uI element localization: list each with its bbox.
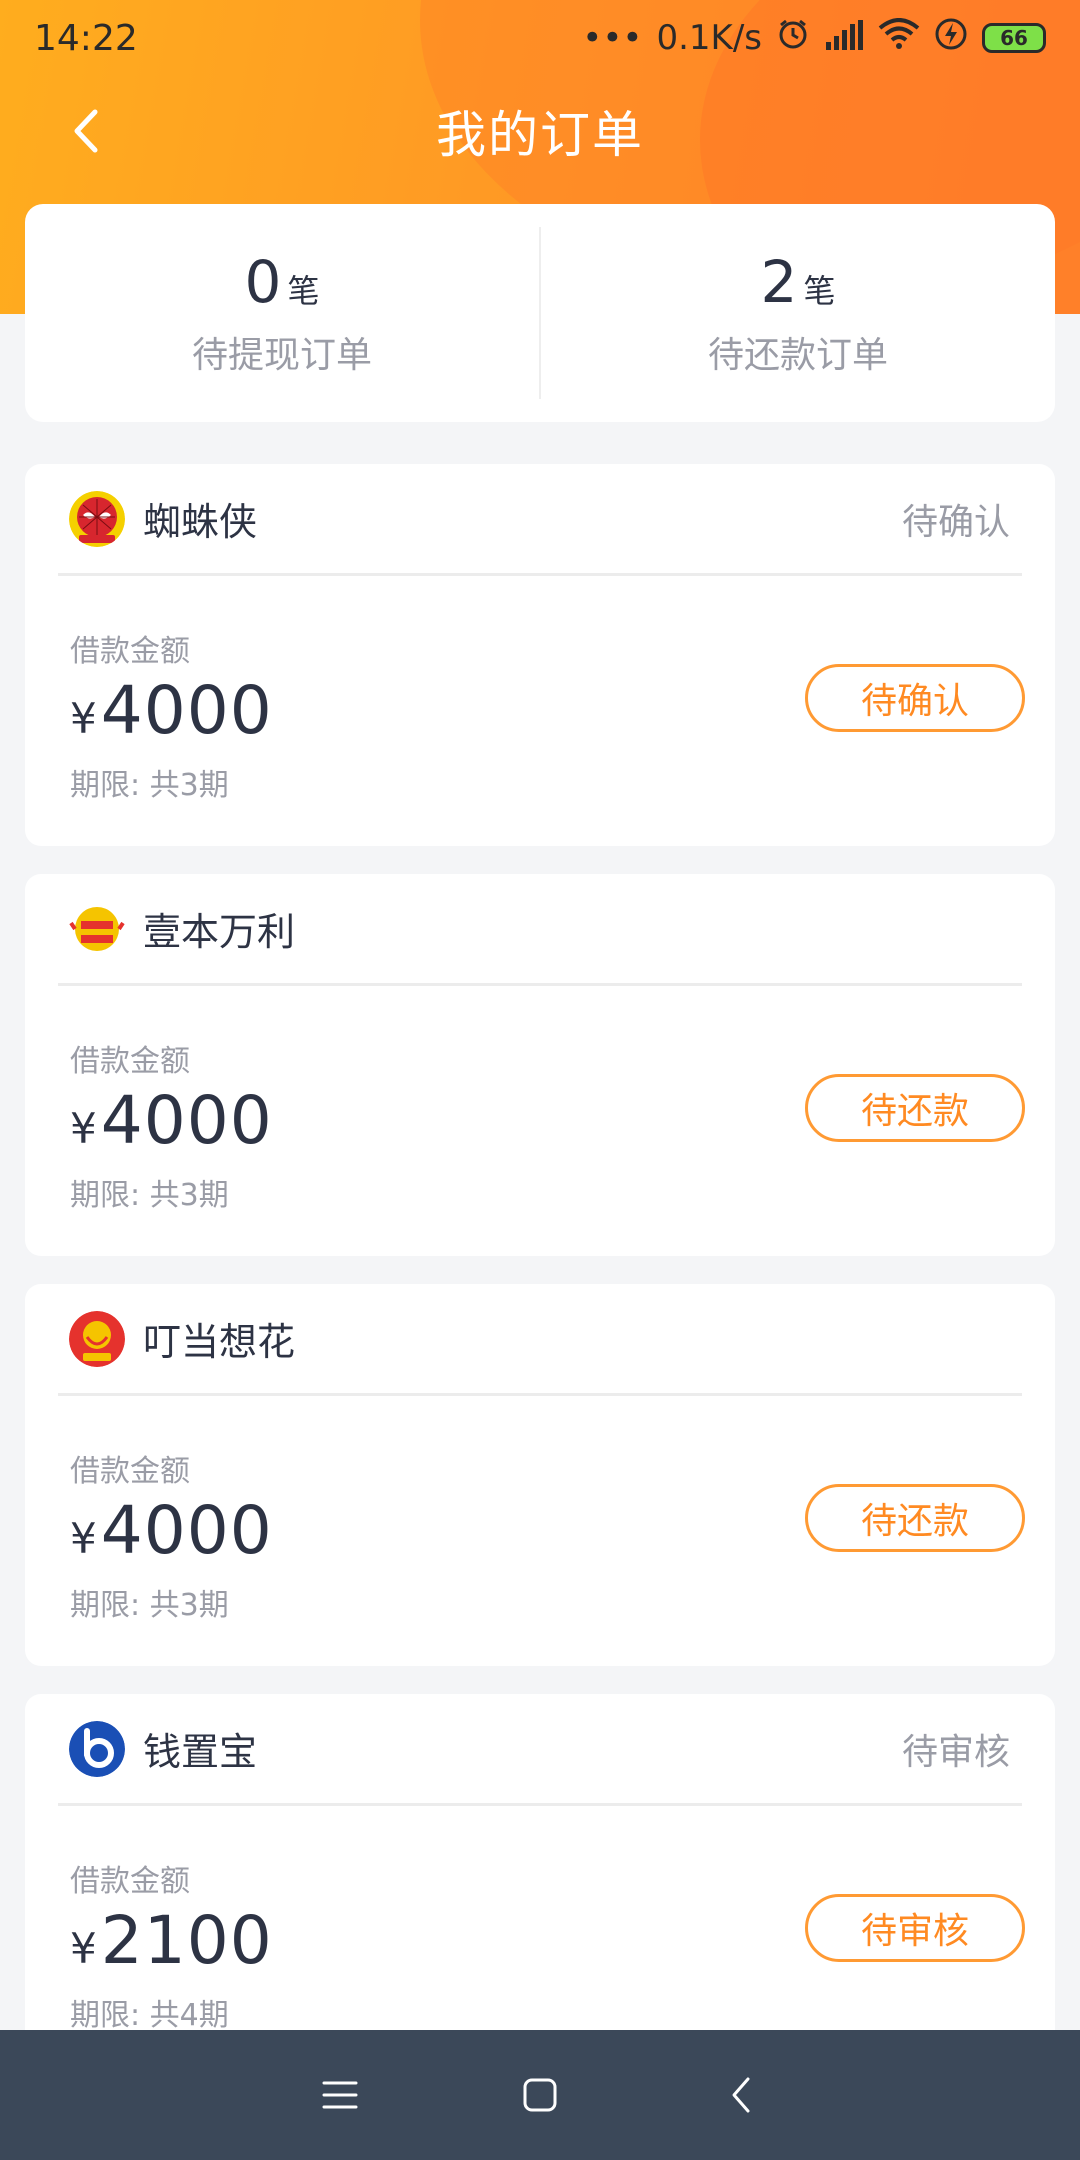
pending-repay-summary[interactable]: 2 笔 待还款订单: [541, 248, 1055, 378]
loan-term: 期限: 共3期: [70, 1178, 229, 1213]
amount-value: 4000: [100, 1492, 273, 1569]
home-square-icon: [523, 2078, 557, 2112]
confirm-order-button[interactable]: 待确认: [805, 664, 1025, 732]
amount-value: 2100: [100, 1902, 273, 1979]
wifi-icon: [878, 17, 920, 59]
yibenwanli-logo-icon: [69, 900, 125, 957]
pending-repay-label: 待还款订单: [707, 335, 888, 376]
count-unit: 笔: [287, 272, 320, 310]
repay-button[interactable]: 待还款: [805, 1484, 1025, 1552]
order-card-header: 蜘蛛侠 待确认: [58, 464, 1022, 576]
system-nav-bar: [0, 2030, 1080, 2160]
currency-symbol: ¥: [70, 1514, 97, 1563]
more-dots-icon: •••: [582, 18, 643, 58]
menu-icon: [322, 2081, 358, 2109]
pending-withdraw-summary[interactable]: 0 笔 待提现订单: [25, 248, 539, 378]
pending-withdraw-count: 0: [244, 248, 282, 316]
lender-name: 叮当想花: [143, 1320, 296, 1364]
alarm-icon: [776, 17, 810, 60]
loan-term: 期限: 共3期: [70, 768, 229, 803]
pending-repay-count: 2: [760, 248, 798, 316]
order-card[interactable]: 钱置宝 待审核 借款金额 ¥ 2100 期限: 共4期 待审核: [25, 1694, 1055, 2076]
order-card[interactable]: 壹本万利 借款金额 ¥ 4000 期限: 共3期 待还款: [25, 874, 1055, 1256]
status-bar: 14:22 ••• 0.1K/s 66: [0, 0, 1080, 76]
loan-term: 期限: 共3期: [70, 1588, 229, 1623]
lender-name: 蜘蛛侠: [143, 500, 258, 544]
amount-label: 借款金额: [70, 1044, 190, 1079]
currency-symbol: ¥: [70, 1104, 97, 1153]
spiderman-logo-icon: [69, 490, 125, 547]
currency-symbol: ¥: [70, 694, 97, 743]
qianzhibao-logo-icon: [69, 1720, 125, 1777]
net-speed: 0.1K/s: [656, 18, 762, 58]
lender-name: 壹本万利: [143, 910, 296, 954]
repay-button[interactable]: 待还款: [805, 1074, 1025, 1142]
amount-value: 4000: [100, 1082, 273, 1159]
order-card-header: 钱置宝 待审核: [58, 1694, 1022, 1806]
amount-label: 借款金额: [70, 1454, 190, 1489]
page-title: 我的订单: [436, 106, 644, 164]
title-bar: 我的订单: [0, 88, 1080, 174]
loan-amount: ¥ 4000: [70, 672, 273, 749]
order-card-header: 叮当想花: [58, 1284, 1022, 1396]
home-button[interactable]: [510, 2065, 570, 2125]
chevron-left-icon: [74, 109, 98, 153]
lender-name: 钱置宝: [143, 1730, 258, 1774]
amount-label: 借款金额: [70, 1864, 190, 1899]
order-card[interactable]: 蜘蛛侠 待确认 借款金额 ¥ 4000 期限: 共3期 待确认: [25, 464, 1055, 846]
loan-term: 期限: 共4期: [70, 1998, 229, 2033]
loan-amount: ¥ 2100: [70, 1902, 273, 1979]
charging-icon: [934, 17, 968, 60]
count-unit: 笔: [803, 272, 836, 310]
order-status-text: 待审核: [901, 1731, 1010, 1773]
order-status-text: 待确认: [901, 501, 1010, 543]
nav-back-button[interactable]: [710, 2065, 770, 2125]
order-card-header: 壹本万利: [58, 874, 1022, 986]
battery-icon: 66: [982, 23, 1046, 53]
pending-withdraw-label: 待提现订单: [191, 335, 372, 376]
currency-symbol: ¥: [70, 1924, 97, 1973]
status-time: 14:22: [34, 17, 138, 59]
signal-icon: [824, 18, 864, 59]
order-card[interactable]: 叮当想花 借款金额 ¥ 4000 期限: 共3期 待还款: [25, 1284, 1055, 1666]
chevron-left-icon: [732, 2077, 750, 2113]
loan-amount: ¥ 4000: [70, 1082, 273, 1159]
menu-button[interactable]: [310, 2065, 370, 2125]
review-status-button[interactable]: 待审核: [805, 1894, 1025, 1962]
order-page: 14:22 ••• 0.1K/s 66 我的订单 0 笔 待提现订单 2 笔 待…: [0, 0, 1080, 2160]
dingdang-logo-icon: [69, 1310, 125, 1367]
loan-amount: ¥ 4000: [70, 1492, 273, 1569]
amount-label: 借款金额: [70, 634, 190, 669]
back-button[interactable]: [60, 106, 110, 156]
summary-card: 0 笔 待提现订单 2 笔 待还款订单: [25, 204, 1055, 422]
amount-value: 4000: [100, 672, 273, 749]
